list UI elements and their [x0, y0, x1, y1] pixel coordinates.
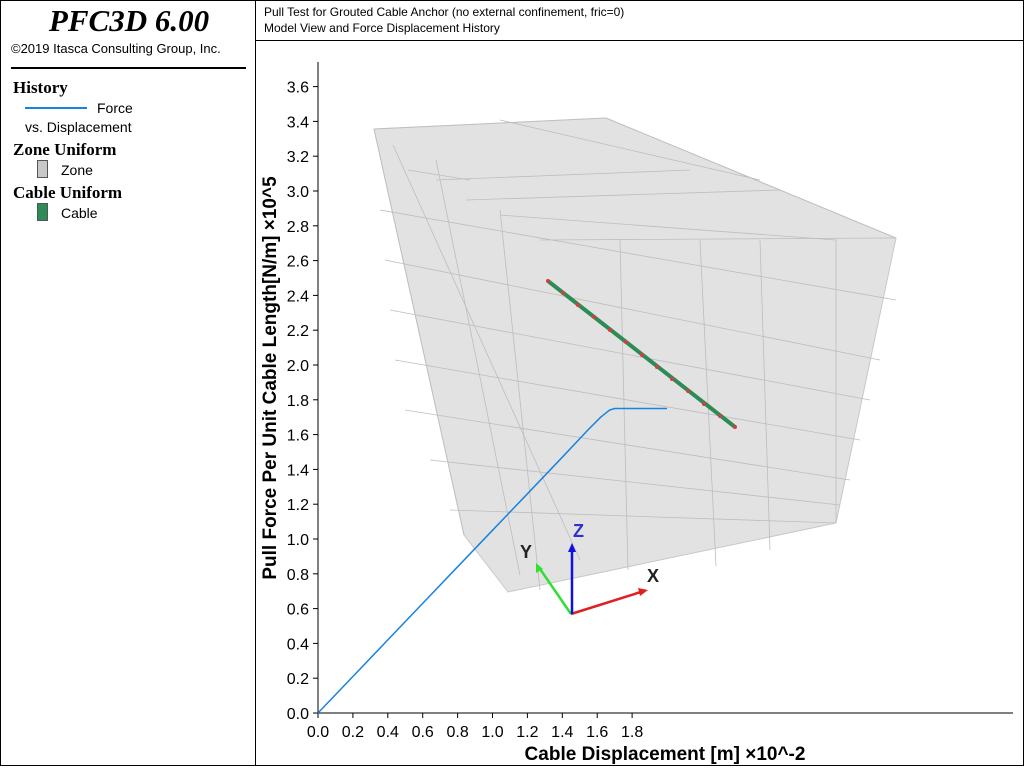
- x-tick-label: 0.6: [412, 724, 434, 741]
- x-tick-label: 0.2: [342, 724, 364, 741]
- y-ticks: 0.0 0.2 0.4 0.6 0.8 1.0 1.2 1.4 1.6 1.8 2.0 2.2 2.4 2…: [287, 80, 318, 723]
- y-tick-label: 2.4: [287, 288, 309, 305]
- model-view: X Y Z: [373, 117, 897, 616]
- y-tick-label: 3.6: [287, 80, 309, 97]
- x-tick-label: 0.0: [307, 724, 329, 741]
- y-tick-label: 3.4: [287, 114, 309, 131]
- y-tick-label: 1.0: [287, 532, 309, 549]
- y-tick-label: 0.2: [287, 671, 309, 688]
- x-tick-label: 1.4: [551, 724, 573, 741]
- x-tick-label: 1.6: [586, 724, 608, 741]
- y-tick-label: 1.6: [287, 428, 309, 445]
- z-axis-label: Z: [573, 521, 584, 541]
- y-tick-label: 0.0: [287, 706, 309, 723]
- y-tick-label: 3.2: [287, 149, 309, 166]
- x-axis-title: Cable Displacement [m] ×10^-2: [525, 744, 806, 765]
- y-tick-label: 1.2: [287, 497, 309, 514]
- y-tick-label: 0.8: [287, 567, 309, 584]
- x-tick-label: 1.8: [621, 724, 643, 741]
- y-axis-title: Pull Force Per Unit Cable Length[N/m] ×1…: [260, 176, 281, 580]
- y-tick-label: 3.0: [287, 184, 309, 201]
- x-tick-label: 1.0: [481, 724, 503, 741]
- y-tick-label: 1.8: [287, 393, 309, 410]
- chart-canvas: X Y Z 0.0 0.2 0.4 0.6 0.8 1.0 1.2 1.4 1.6 1.8 0.0…: [260, 62, 1013, 765]
- x-tick-label: 0.8: [446, 724, 468, 741]
- y-tick-label: 0.6: [287, 602, 309, 619]
- zone-block: [373, 117, 897, 593]
- y-tick-label: 2.2: [287, 323, 309, 340]
- x-tick-label: 0.4: [377, 724, 399, 741]
- y-tick-label: 2.8: [287, 219, 309, 236]
- y-tick-label: 1.4: [287, 462, 309, 479]
- y-tick-label: 0.4: [287, 636, 309, 653]
- y-axis-label: Y: [520, 542, 532, 562]
- y-tick-label: 2.0: [287, 358, 309, 375]
- x-ticks: 0.0 0.2 0.4 0.6 0.8 1.0 1.2 1.4 1.6 1.8: [307, 713, 643, 741]
- y-tick-label: 2.6: [287, 254, 309, 271]
- x-tick-label: 1.2: [516, 724, 538, 741]
- x-axis-arrow: [570, 589, 645, 616]
- x-axis-label: X: [647, 566, 659, 586]
